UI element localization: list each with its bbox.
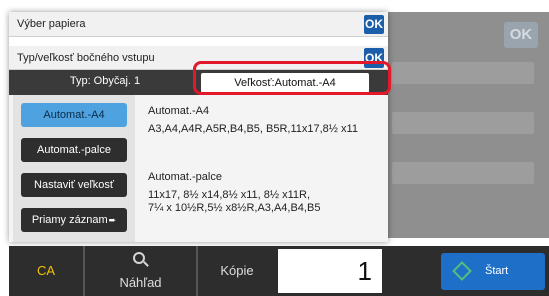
set-size-button[interactable]: Nastaviť veľkosť (21, 173, 127, 197)
set-size-label: Nastaviť veľkosť (34, 179, 114, 191)
background-row (392, 62, 534, 84)
background-ok-button: OK (504, 22, 538, 48)
copies-button[interactable]: Kópie (198, 246, 276, 296)
direct-entry-label: Priamy záznam (31, 214, 108, 226)
ok-button[interactable]: OK (364, 15, 384, 34)
auto-a4-button[interactable]: Automat.-A4 (21, 103, 127, 127)
bottom-bar: CA Náhľad Kópie 1 Štart (9, 246, 549, 296)
dialog-title: Výber papiera (17, 18, 86, 30)
screen: OK Výber papiera OK Typ/veľkosť bočného … (0, 0, 549, 296)
preview-button[interactable]: Náhľad (85, 246, 196, 296)
dialog-content: Automat.-A4 Automat.-palce Nastaviť veľk… (9, 95, 388, 242)
paper-select-dialog: Výber papiera OK Typ/veľkosť bočného vst… (9, 12, 388, 242)
auto-a4-label: Automat.-A4 (43, 109, 105, 121)
copies-count-field[interactable]: 1 (278, 249, 382, 293)
direct-entry-button[interactable]: Priamy záznam➨ (21, 208, 127, 232)
auto-inch-sizes-line1: 11x17, 8½ x14,8½ x11, 8½ x11R, (148, 189, 311, 201)
auto-a4-info: Automat.-A4 A3,A4,A4R,A5R,B4,B5, B5R,11x… (148, 105, 358, 136)
preview-label: Náhľad (119, 275, 162, 290)
auto-inch-button[interactable]: Automat.-palce (21, 138, 127, 162)
dialog-subtitle: Typ/veľkosť bočného vstupu (17, 52, 155, 64)
size-options-panel: Automat.-A4 Automat.-palce Nastaviť veľk… (13, 95, 135, 242)
auto-inch-heading: Automat.-palce (148, 171, 222, 183)
auto-inch-sizes-line2: 7¼ x 10½R,5½ x8½R,A3,A4,B4,B5 (148, 202, 321, 214)
auto-inch-label: Automat.-palce (37, 144, 111, 156)
background-row (392, 112, 534, 134)
start-label: Štart (485, 265, 509, 277)
ca-button[interactable]: CA (9, 246, 83, 296)
start-icon (452, 261, 472, 281)
start-button[interactable]: Štart (441, 253, 545, 290)
tab-type[interactable]: Typ: Obyčaj. 1 (25, 75, 185, 87)
magnifier-icon (133, 252, 145, 264)
auto-a4-sizes: A3,A4,A4R,A5R,B4,B5, B5R,11x17,8½ x11 (148, 123, 358, 135)
arrow-right-icon: ➨ (108, 215, 117, 225)
dialog-title-bar: Výber papiera OK (9, 12, 388, 37)
background-row (392, 162, 534, 184)
auto-inch-info: Automat.-palce 11x17, 8½ x14,8½ x11, 8½ … (148, 171, 320, 215)
highlight-frame (193, 61, 391, 95)
auto-a4-heading: Automat.-A4 (148, 105, 210, 117)
